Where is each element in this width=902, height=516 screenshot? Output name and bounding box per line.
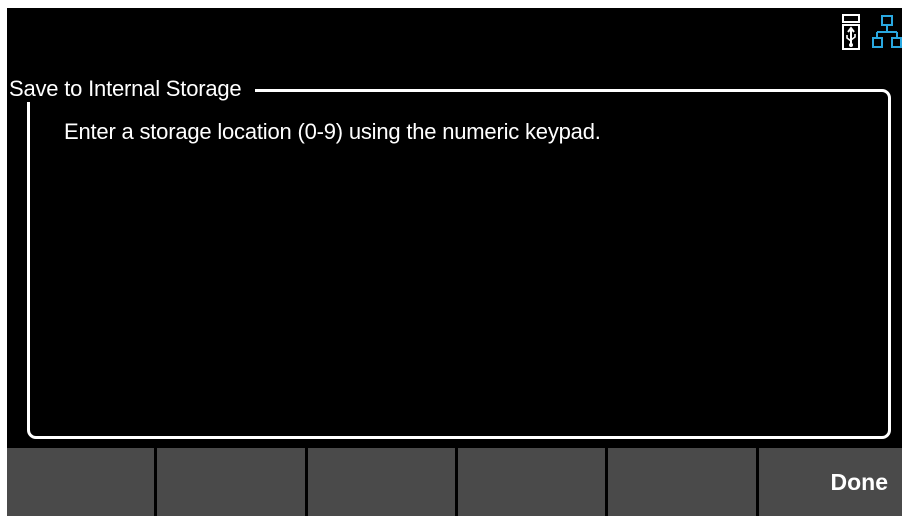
status-bar	[842, 14, 902, 50]
softkey-2[interactable]	[157, 448, 305, 516]
softkey-3[interactable]	[308, 448, 455, 516]
network-icon	[872, 14, 902, 50]
dialog-title: Save to Internal Storage	[9, 76, 256, 102]
softkey-5[interactable]	[608, 448, 756, 516]
usb-storage-icon	[842, 14, 860, 50]
dialog-message: Enter a storage location (0-9) using the…	[64, 119, 601, 144]
softkey-1[interactable]	[7, 448, 154, 516]
softkey-bar: Done	[7, 448, 902, 516]
softkey-4[interactable]	[458, 448, 605, 516]
done-button[interactable]: Done	[759, 448, 902, 516]
instrument-screen: Save to Internal Storage Enter a storage…	[7, 8, 902, 516]
